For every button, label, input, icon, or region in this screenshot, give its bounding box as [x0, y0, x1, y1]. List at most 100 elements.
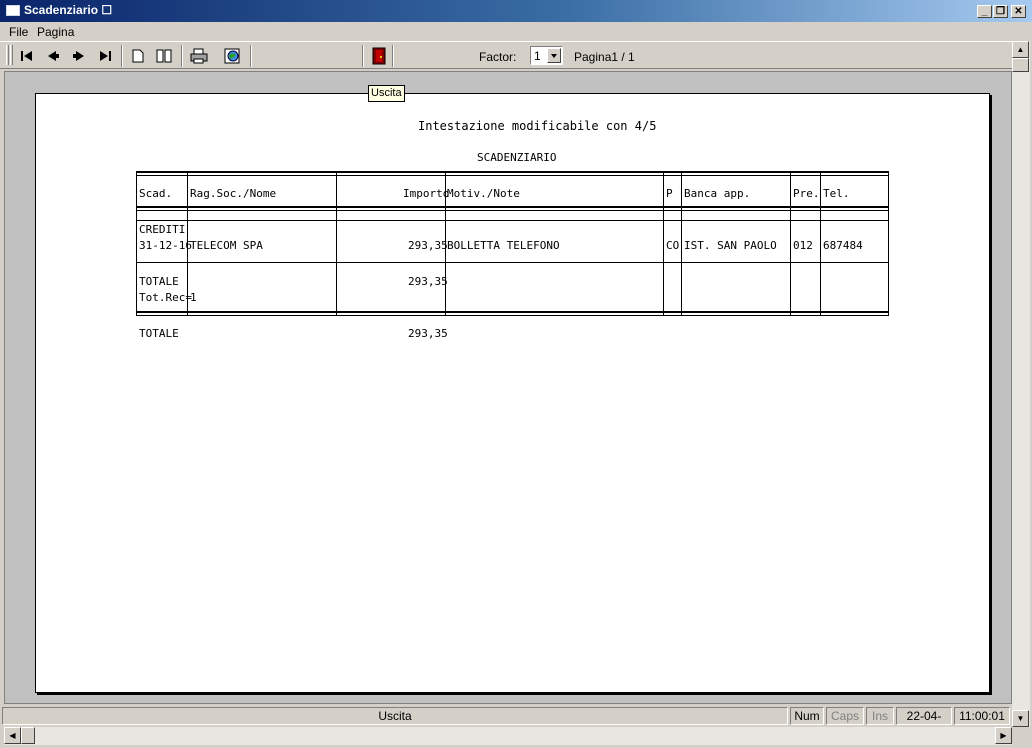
close-button[interactable]: ✕	[1011, 5, 1026, 18]
minimize-icon: _	[981, 6, 988, 17]
row-top-rule	[136, 220, 888, 221]
arrow-up-icon: ▲	[1016, 45, 1025, 54]
arrow-right-icon: ▶	[1000, 731, 1007, 740]
minimize-button[interactable]: _	[977, 5, 992, 18]
window-title: Scadenziario ☐	[24, 3, 113, 17]
status-num: Num	[790, 707, 824, 725]
status-date: 22-04-2016	[896, 707, 952, 725]
column-header-motiv: Motiv./Note	[447, 187, 520, 200]
scroll-up-button[interactable]: ▲	[1012, 41, 1029, 58]
table-top-rule	[136, 171, 888, 173]
printer-icon	[190, 48, 208, 64]
factor-dropdown-button[interactable]	[547, 48, 561, 63]
status-bar: Uscita Num Caps Ins 22-04-2016 11:00:01	[0, 705, 1012, 727]
toolbar-grip	[10, 45, 13, 65]
total-label: TOTALE	[139, 327, 179, 340]
record-count-label: Tot.Rec=	[139, 291, 192, 304]
first-page-icon	[21, 51, 32, 61]
column-header-importo: Importo	[403, 187, 450, 200]
scroll-thumb[interactable]	[1012, 58, 1029, 72]
preview-area[interactable]: Intestazione modificabile con 4/5 SCADEN…	[4, 71, 1012, 704]
globe-icon	[224, 48, 240, 64]
first-page-button[interactable]	[16, 45, 38, 67]
header-bottom-rule	[136, 210, 888, 211]
two-pages-icon	[156, 49, 172, 63]
factor-select[interactable]: 1	[530, 46, 563, 65]
menu-file[interactable]: File	[9, 25, 28, 39]
row-pre: 012	[793, 239, 813, 252]
row-motiv: BOLLETTA TELEFONO	[447, 239, 560, 252]
two-pages-button[interactable]	[153, 45, 175, 67]
row-importo: 293,35	[408, 239, 448, 252]
row-bottom-rule	[136, 262, 888, 263]
title-bar: Scadenziario ☐ _ ❐ ✕	[0, 0, 1032, 22]
factor-label: Factor:	[479, 50, 517, 64]
record-count-value: 1	[190, 291, 197, 304]
next-page-icon	[73, 51, 84, 61]
column-divider	[136, 171, 137, 316]
column-header-p: P	[666, 187, 673, 200]
print-button[interactable]	[188, 45, 210, 67]
scroll-right-button[interactable]: ▶	[995, 727, 1012, 744]
hscroll-thumb[interactable]	[21, 727, 35, 744]
column-header-pre: Pre.	[793, 187, 820, 200]
last-page-button[interactable]	[94, 45, 116, 67]
column-divider	[663, 171, 664, 316]
restore-button[interactable]: ❐	[993, 5, 1008, 18]
single-page-icon	[132, 49, 144, 63]
status-ins: Ins	[866, 707, 894, 725]
previous-page-icon	[48, 51, 59, 61]
column-header-scad: Scad.	[139, 187, 173, 200]
subtotal-value: 293,35	[408, 275, 448, 288]
horizontal-scrollbar[interactable]: ◀ ▶	[4, 727, 1012, 745]
toolbar-grip	[6, 45, 9, 65]
column-header-rag-soc: Rag.Soc./Nome	[190, 187, 277, 200]
scroll-left-button[interactable]: ◀	[4, 727, 21, 744]
menu-bar: File Pagina	[0, 22, 1032, 41]
row-scad: 31-12-16	[139, 239, 192, 252]
exit-door-icon	[372, 47, 386, 65]
row-rag-soc: TELECOM SPA	[190, 239, 263, 252]
chevron-down-icon	[551, 54, 557, 58]
page-indicator: Pagina1 / 1	[574, 50, 635, 64]
toolbar-separator	[181, 45, 183, 67]
column-divider	[336, 171, 337, 316]
previous-page-button[interactable]	[42, 45, 64, 67]
total-value: 293,35	[408, 327, 448, 340]
header-bottom-rule	[136, 206, 888, 208]
group-label: CREDITI	[139, 223, 186, 236]
next-page-button[interactable]	[68, 45, 90, 67]
column-divider	[888, 171, 889, 316]
row-banca: IST. SAN PAOLO	[684, 239, 777, 252]
status-message: Uscita	[2, 707, 788, 725]
arrow-left-icon: ◀	[9, 731, 16, 740]
column-header-banca: Banca app.	[684, 187, 751, 200]
tooltip: Uscita	[368, 85, 405, 102]
row-tel: 687484	[823, 239, 863, 252]
toolbar-separator	[392, 45, 394, 67]
row-p: CO	[666, 239, 680, 252]
table-top-rule	[136, 175, 888, 176]
report-title: SCADENZIARIO	[477, 151, 557, 164]
table-bottom-rule	[136, 315, 888, 316]
exit-button[interactable]	[368, 45, 390, 67]
last-page-icon	[100, 51, 111, 61]
close-icon: ✕	[1014, 6, 1023, 17]
column-header-tel: Tel.	[823, 187, 850, 200]
status-time: 11:00:01	[954, 707, 1010, 725]
menu-pagina[interactable]: Pagina	[37, 25, 74, 39]
column-divider	[790, 171, 791, 316]
status-caps: Caps	[826, 707, 864, 725]
single-page-button[interactable]	[127, 45, 149, 67]
export-button[interactable]	[221, 45, 243, 67]
scroll-down-button[interactable]: ▼	[1012, 710, 1029, 727]
toolbar-separator	[121, 45, 123, 67]
report-page: Intestazione modificabile con 4/5 SCADEN…	[35, 93, 990, 693]
table-bottom-rule	[136, 311, 888, 313]
column-divider	[681, 171, 682, 316]
subtotal-label: TOTALE	[139, 275, 179, 288]
report-header: Intestazione modificabile con 4/5	[418, 119, 657, 133]
vertical-scrollbar[interactable]: ▲ ▼	[1012, 41, 1030, 727]
factor-select-value: 1	[534, 49, 541, 63]
restore-icon: ❐	[996, 6, 1005, 17]
